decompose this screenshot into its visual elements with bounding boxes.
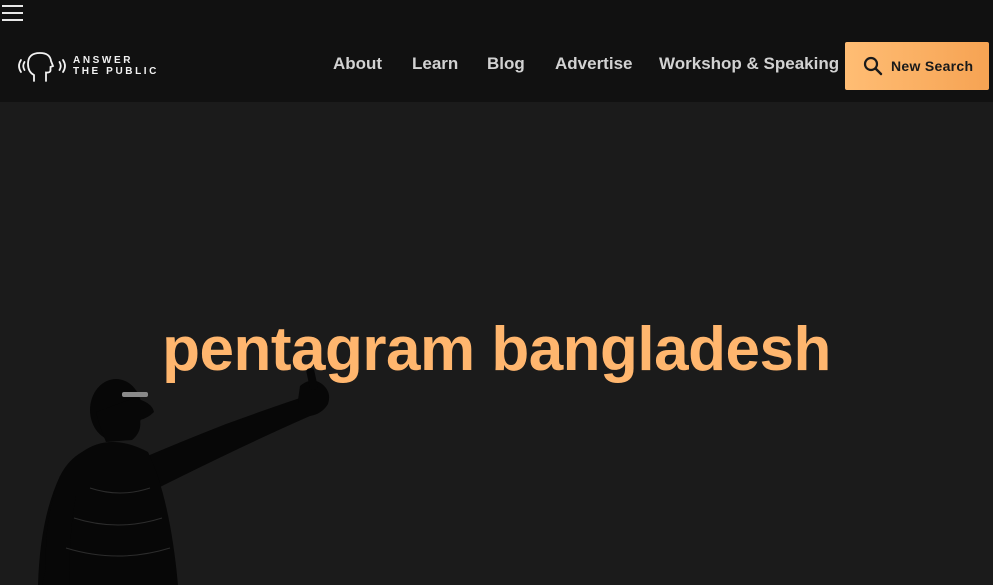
page: ANSWER THE PUBLIC About Learn Blog Adver… bbox=[0, 0, 993, 585]
logo-line-2: THE PUBLIC bbox=[73, 66, 159, 77]
new-search-label: New Search bbox=[891, 58, 974, 74]
search-icon bbox=[863, 56, 883, 76]
site-header: ANSWER THE PUBLIC About Learn Blog Adver… bbox=[0, 0, 993, 102]
logo-wordmark: ANSWER THE PUBLIC bbox=[73, 55, 159, 77]
hamburger-menu-icon[interactable] bbox=[2, 3, 23, 21]
speaking-head-icon bbox=[18, 52, 66, 82]
nav-link-about[interactable]: About bbox=[333, 54, 382, 78]
logo-line-1: ANSWER bbox=[73, 55, 134, 66]
nav-link-learn[interactable]: Learn bbox=[412, 54, 458, 78]
new-search-button[interactable]: New Search bbox=[845, 42, 989, 90]
nav-link-blog[interactable]: Blog bbox=[487, 54, 525, 78]
nav-link-advertise[interactable]: Advertise bbox=[555, 54, 632, 78]
logo[interactable]: ANSWER THE PUBLIC bbox=[15, 48, 165, 84]
nav-link-workshop-speaking[interactable]: Workshop & Speaking bbox=[659, 54, 839, 78]
man-pointing-illustration bbox=[38, 368, 330, 585]
